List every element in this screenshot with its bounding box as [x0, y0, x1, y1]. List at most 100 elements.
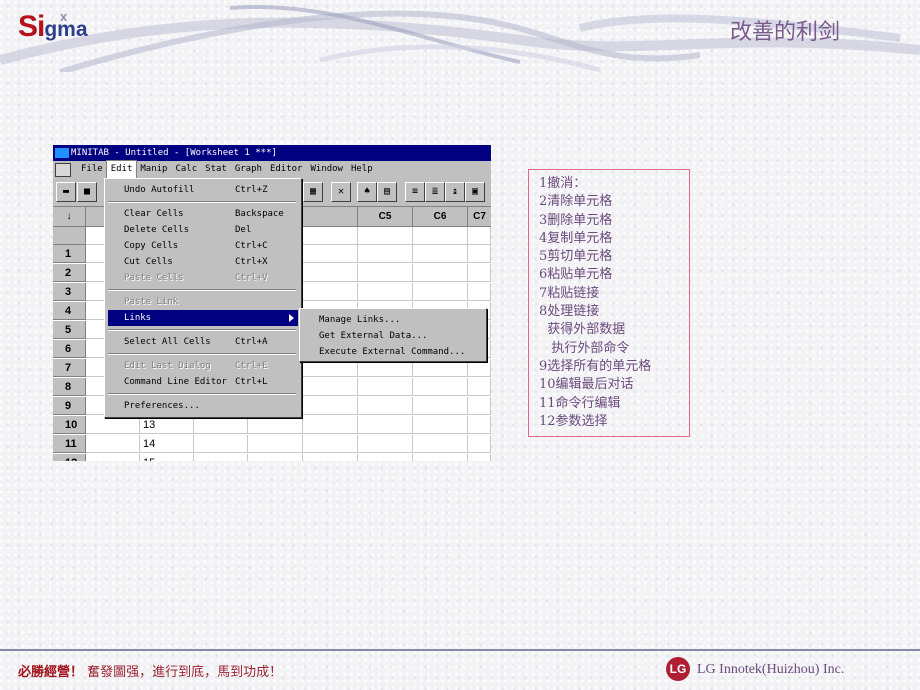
edit-menu-item-cut-cells[interactable]: Cut Cells Ctrl+X	[108, 254, 298, 270]
row-number: 2	[53, 264, 86, 282]
table-cell[interactable]	[248, 416, 303, 434]
table-cell[interactable]	[248, 454, 303, 461]
table-cell[interactable]	[303, 397, 358, 415]
edit-menu-item-undo-autofill[interactable]: Undo Autofill Ctrl+Z	[108, 182, 298, 198]
table-cell[interactable]: 13	[140, 416, 194, 434]
table-cell[interactable]	[358, 435, 413, 453]
menu-item-label: Paste Link	[124, 297, 179, 307]
menu-editor[interactable]: Editor	[266, 161, 307, 178]
edit-menu-item-delete-cells[interactable]: Delete Cells Del	[108, 222, 298, 238]
menu-item-shortcut: Ctrl+C	[235, 241, 268, 251]
table-cell[interactable]	[413, 416, 468, 434]
table-cell[interactable]	[358, 397, 413, 415]
edit-menu-item-copy-cells[interactable]: Copy Cells Ctrl+C	[108, 238, 298, 254]
menu-help[interactable]: Help	[347, 161, 377, 178]
worksheet-icon-button[interactable]: ▦	[303, 182, 323, 202]
row-number: 6	[53, 340, 86, 358]
table-cell[interactable]	[358, 245, 413, 263]
table-cell[interactable]	[358, 416, 413, 434]
table-cell[interactable]	[413, 264, 468, 282]
worksheet-icon[interactable]	[55, 163, 71, 177]
table-cell[interactable]	[413, 283, 468, 301]
column-name-cell[interactable]	[468, 227, 491, 245]
find-next-icon[interactable]: ▤	[377, 182, 397, 202]
menu-item-label: Delete Cells	[124, 225, 190, 235]
table-cell[interactable]	[303, 435, 358, 453]
links-submenu-item[interactable]: Manage Links...	[303, 312, 483, 328]
table-cell[interactable]	[358, 264, 413, 282]
binoculars-icon[interactable]: ♠	[357, 182, 377, 202]
links-submenu-item[interactable]: Get External Data...	[303, 328, 483, 344]
column-name-cell[interactable]	[358, 227, 413, 245]
table-cell[interactable]	[86, 435, 140, 453]
menu-item-label: Cut Cells	[124, 257, 173, 267]
table-cell[interactable]	[194, 416, 248, 434]
menu-graph[interactable]: Graph	[231, 161, 266, 178]
insert-row-icon[interactable]: ≡	[405, 182, 425, 202]
table-cell[interactable]	[86, 454, 140, 461]
table-cell[interactable]	[358, 283, 413, 301]
minitab-app-icon	[55, 148, 69, 158]
table-cell[interactable]	[413, 245, 468, 263]
save-icon[interactable]: ■	[77, 182, 97, 202]
table-cell[interactable]	[303, 454, 358, 461]
edit-menu-item-preferences[interactable]: Preferences...	[108, 398, 298, 414]
minitab-titlebar: MINITAB - Untitled - [Worksheet 1 ***]	[53, 145, 491, 161]
menu-item-label: Edit Last Dialog	[124, 361, 211, 371]
menu-stat[interactable]: Stat	[201, 161, 231, 178]
table-cell[interactable]	[303, 245, 358, 263]
menu-edit[interactable]: Edit	[105, 160, 138, 179]
table-cell[interactable]	[303, 283, 358, 301]
table-cell[interactable]	[248, 435, 303, 453]
note-line: 7粘贴链接	[539, 285, 600, 301]
table-cell[interactable]	[194, 454, 248, 461]
table-cell[interactable]	[413, 435, 468, 453]
table-cell[interactable]	[86, 416, 140, 434]
edit-menu-item-links[interactable]: Links	[108, 310, 298, 326]
edit-menu-item-clear-cells[interactable]: Clear Cells Backspace	[108, 206, 298, 222]
table-cell[interactable]	[303, 264, 358, 282]
menu-window[interactable]: Window	[306, 161, 347, 178]
menu-file[interactable]: File	[77, 161, 107, 178]
submenu-arrow-icon	[289, 314, 294, 322]
column-name-cell[interactable]	[303, 227, 358, 245]
column-header: C5	[358, 207, 413, 227]
menu-item-shortcut: Ctrl+L	[235, 377, 268, 387]
move-columns-icon[interactable]: ↨	[445, 182, 465, 202]
table-cell[interactable]	[468, 435, 491, 453]
table-cell[interactable]: 15	[140, 454, 194, 461]
table-cell[interactable]	[194, 435, 248, 453]
row-number: 9	[53, 397, 86, 415]
table-cell[interactable]	[413, 378, 468, 396]
sigma-logo: Sigma x	[18, 9, 88, 44]
delete-icon[interactable]: ✕	[331, 182, 351, 202]
table-cell[interactable]	[468, 378, 491, 396]
table-cell[interactable]	[468, 245, 491, 263]
menu-item-label: Select All Cells	[124, 337, 211, 347]
edit-menu-item-select-all-cells[interactable]: Select All Cells Ctrl+A	[108, 334, 298, 350]
table-cell[interactable]	[358, 378, 413, 396]
table-cell[interactable]	[303, 378, 358, 396]
menu-manip[interactable]: Manip	[136, 161, 171, 178]
footer-slogan: 必勝經營！ 奮發圖强，進行到底，馬到功成！	[18, 661, 282, 680]
column-name-cell[interactable]	[413, 227, 468, 245]
menu-separator	[108, 329, 296, 331]
open-folder-icon[interactable]: ▬	[56, 182, 76, 202]
table-cell[interactable]	[468, 416, 491, 434]
table-cell[interactable]	[468, 283, 491, 301]
insert-column-icon[interactable]: ≣	[425, 182, 445, 202]
print-icon[interactable]: ▣	[465, 182, 485, 202]
table-cell[interactable]	[468, 264, 491, 282]
table-cell[interactable]	[358, 454, 413, 461]
menu-calc[interactable]: Calc	[171, 161, 201, 178]
links-submenu-item[interactable]: Execute External Command...	[303, 344, 483, 360]
table-cell[interactable]	[468, 397, 491, 415]
table-cell[interactable]	[413, 397, 468, 415]
grid-corner-arrow[interactable]: ↓	[53, 207, 86, 227]
table-cell[interactable]	[413, 454, 468, 461]
table-cell[interactable]	[303, 416, 358, 434]
table-cell[interactable]: 14	[140, 435, 194, 453]
table-cell[interactable]	[468, 454, 491, 461]
note-line: 4复制单元格	[539, 230, 613, 246]
edit-menu-item-command-line-editor[interactable]: Command Line Editor Ctrl+L	[108, 374, 298, 390]
